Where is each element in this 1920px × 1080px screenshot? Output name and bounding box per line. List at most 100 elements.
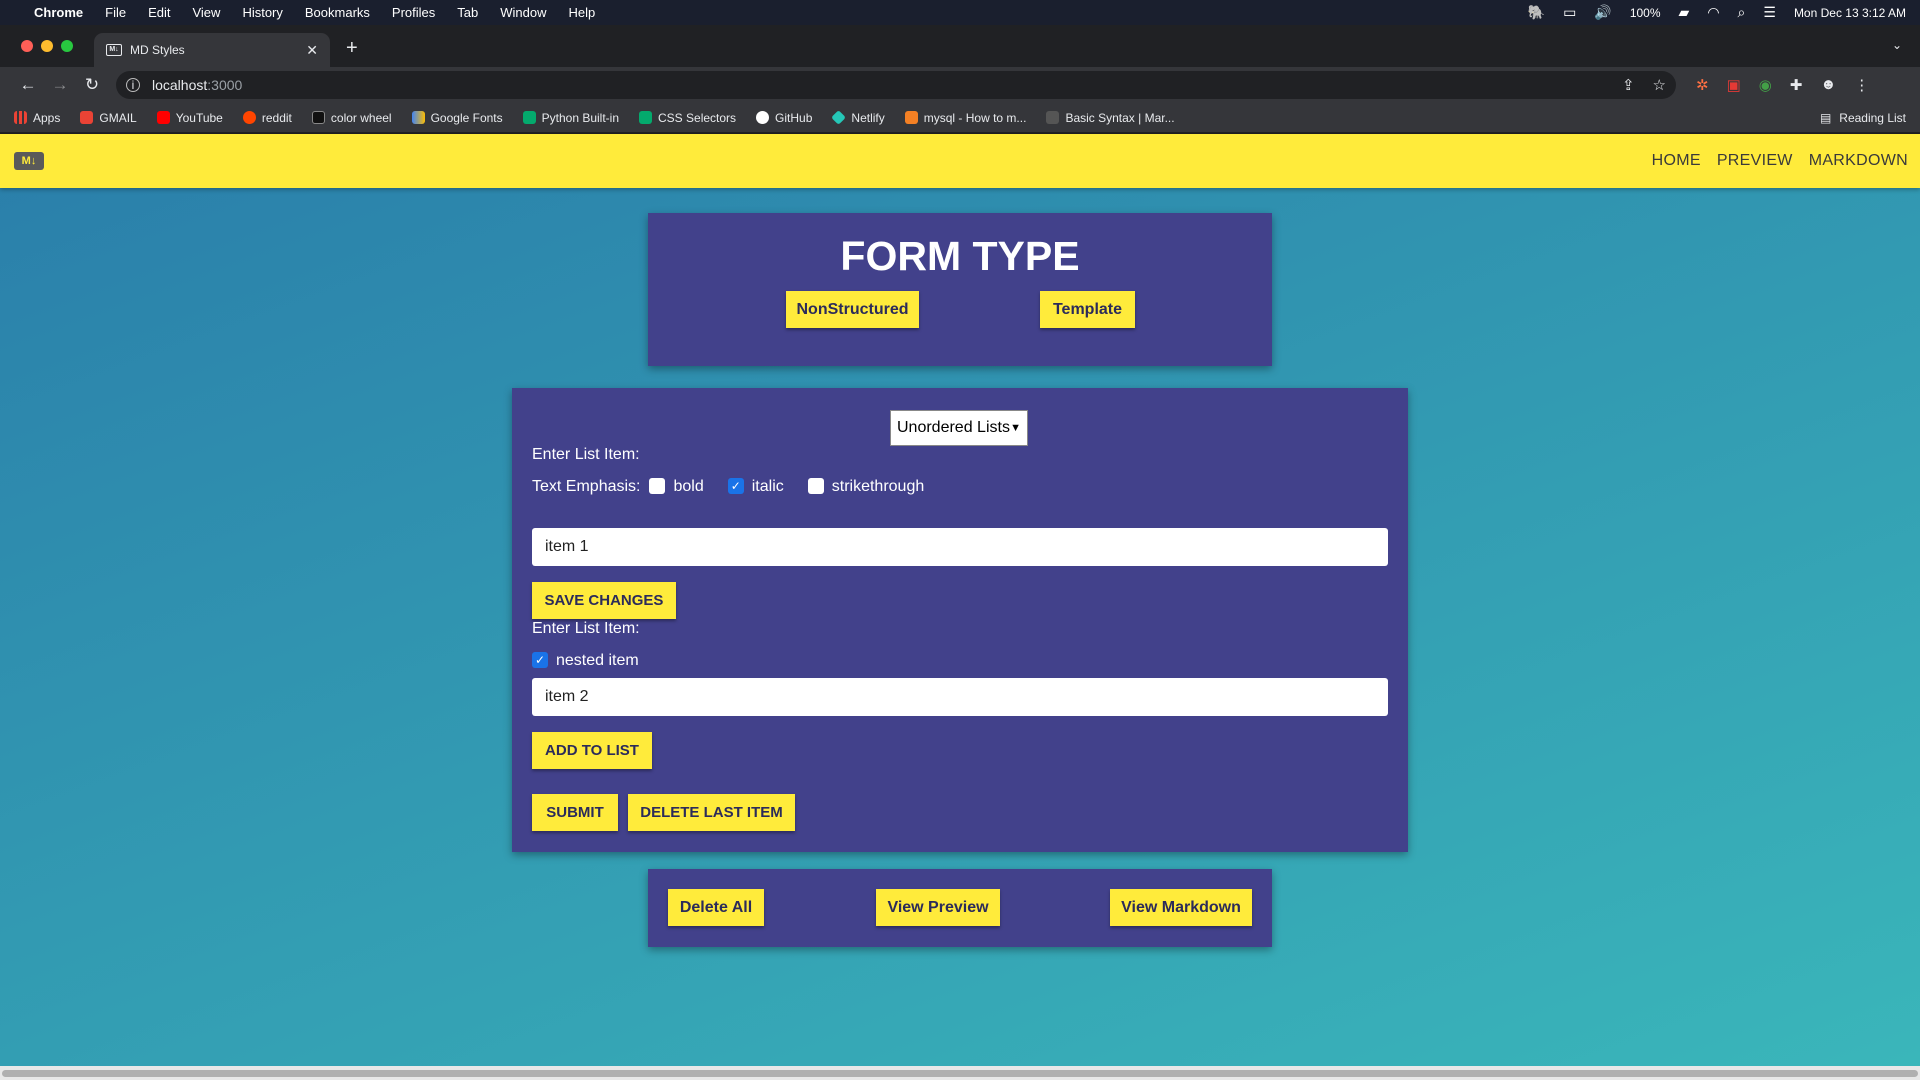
youtube-icon [156,111,170,124]
menu-history[interactable]: History [242,5,282,20]
chevron-down-icon: ▼ [1010,422,1021,434]
nav-home-link[interactable]: HOME [1652,152,1701,170]
bookmarks-bar: Apps GMAIL YouTube reddit color wheel Go… [0,103,1920,133]
new-tab-plus-icon[interactable]: + [346,37,358,60]
extensions-puzzle-icon[interactable]: ✚ [1790,76,1803,94]
bookmark-css-selectors[interactable]: CSS Selectors [639,111,736,125]
grid-icon [14,111,27,124]
bookmark-mysql[interactable]: mysql - How to m... [904,110,1027,125]
menu-window[interactable]: Window [500,5,546,20]
bold-label: bold [673,478,704,495]
color-wheel-icon [311,111,325,124]
enter-list-item-label-2: Enter List Item: [532,620,640,637]
bookmark-reddit[interactable]: reddit [242,111,292,125]
bookmark-label: Google Fonts [430,110,503,125]
chrome-menu-icon[interactable]: ⋮ [1854,76,1869,94]
extension-bug-icon[interactable]: ✲ [1696,76,1709,94]
page-viewport: M↓ HOME PREVIEW MARKDOWN FORM TYPE NonSt… [0,134,1920,1066]
browser-tab-active[interactable]: M↓ MD Styles ✕ [94,33,330,67]
view-preview-button[interactable]: View Preview [876,889,1000,926]
template-button[interactable]: Template [1040,291,1135,328]
add-to-list-button[interactable]: ADD TO LIST [532,732,652,769]
bookmark-gmail[interactable]: GMAIL [80,110,137,125]
list-item-input-2[interactable]: item 2 [532,678,1388,716]
nested-item-row: nested item [532,652,639,670]
nav-markdown-link[interactable]: MARKDOWN [1809,152,1908,170]
menu-help[interactable]: Help [569,5,596,20]
stackoverflow-icon [904,111,918,124]
menu-file[interactable]: File [105,5,126,20]
menu-tab[interactable]: Tab [457,5,478,20]
list-type-select[interactable]: Unordered Lists ▼ [890,410,1028,446]
volume-icon[interactable]: 🔊 [1594,4,1611,21]
nonstructured-button[interactable]: NonStructured [786,291,919,328]
reading-list-label: Reading List [1839,110,1906,125]
extension-red-icon[interactable]: ▣ [1727,76,1741,94]
bookmark-python-built-in[interactable]: Python Built-in [522,111,619,125]
menu-profiles[interactable]: Profiles [392,5,435,20]
submit-button[interactable]: SUBMIT [532,794,618,831]
share-icon[interactable]: ⇪ [1622,76,1635,94]
control-center-icon[interactable]: ☰ [1763,4,1776,21]
reading-list-icon: ▤ [1819,110,1832,125]
reddit-icon [242,111,256,124]
text-emphasis-label: Text Emphasis: [532,478,641,495]
window-close-button[interactable] [21,40,33,52]
battery-icon[interactable]: ▰ [1679,4,1690,21]
strikethrough-checkbox[interactable] [807,478,824,494]
scrollbar-thumb[interactable] [2,1070,1918,1077]
menu-bookmarks[interactable]: Bookmarks [305,5,370,20]
save-changes-button[interactable]: SAVE CHANGES [532,582,676,619]
delete-all-button[interactable]: Delete All [668,889,764,926]
bookmark-google-fonts[interactable]: Google Fonts [411,110,503,125]
bookmark-color-wheel[interactable]: color wheel [311,110,392,125]
strikethrough-label: strikethrough [831,478,925,495]
window-zoom-button[interactable] [61,40,73,52]
menu-app-chrome[interactable]: Chrome [34,5,83,20]
forward-arrow-icon[interactable]: → [44,75,76,95]
reload-icon[interactable]: ↻ [76,75,108,95]
tab-search-chevron-icon[interactable]: ⌄ [1892,38,1902,52]
list-item-input-1[interactable]: item 1 [532,528,1388,566]
nested-item-checkbox[interactable] [532,652,548,668]
github-icon [756,111,770,124]
display-icon[interactable]: ▭ [1563,4,1576,21]
nav-preview-link[interactable]: PREVIEW [1717,152,1793,170]
reading-list[interactable]: ▤ Reading List [1820,111,1906,125]
tab-close-icon[interactable]: ✕ [306,42,318,59]
bookmark-label: color wheel [330,110,392,125]
list-item-input-2-value: item 2 [545,688,589,705]
profile-avatar-icon[interactable]: ☻ [1820,76,1836,94]
spotlight-search-icon[interactable]: ⌕ [1738,4,1746,21]
menu-edit[interactable]: Edit [148,5,170,20]
extension-green-icon[interactable]: ◉ [1759,76,1772,94]
bookmark-youtube[interactable]: YouTube [156,111,223,125]
back-arrow-icon[interactable]: ← [12,75,44,95]
italic-checkbox[interactable] [727,478,744,494]
url-port: :3000 [207,77,243,93]
elephant-icon[interactable]: 🐘 [1528,4,1545,21]
menu-view[interactable]: View [192,5,220,20]
bold-checkbox[interactable] [649,478,666,494]
menubar-clock[interactable]: Mon Dec 13 3:12 AM [1794,6,1906,20]
bookmark-label: GMAIL [99,110,137,125]
menubar-status-area: 🐘 ▭ 🔊 100% ▰ ◠ ⌕ ☰ Mon Dec 13 3:12 AM [1528,4,1906,21]
delete-last-item-button[interactable]: DELETE LAST ITEM [628,794,795,831]
list-item-input-1-value: item 1 [545,538,589,555]
view-markdown-button[interactable]: View Markdown [1110,889,1252,926]
bookmark-github[interactable]: GitHub [756,111,812,125]
bookmark-netlify[interactable]: Netlify [831,110,885,125]
nested-item-label: nested item [556,652,639,669]
bookmark-apps[interactable]: Apps [14,111,60,125]
address-bar[interactable]: i localhost :3000 ⇪ ☆ [116,71,1676,99]
markdown-logo-icon[interactable]: M↓ [14,152,44,170]
horizontal-scrollbar[interactable] [0,1066,1920,1080]
site-info-icon[interactable]: i [126,78,140,92]
bookmark-label: mysql - How to m... [923,110,1027,125]
macos-menu-bar: Chrome File Edit View History Bookmarks … [0,0,1920,25]
wifi-icon[interactable]: ◠ [1707,4,1719,21]
window-minimize-button[interactable] [41,40,53,52]
bookmark-star-icon[interactable]: ☆ [1653,76,1666,94]
bookmark-basic-syntax[interactable]: Basic Syntax | Mar... [1046,111,1175,125]
w3-icon [639,111,653,124]
